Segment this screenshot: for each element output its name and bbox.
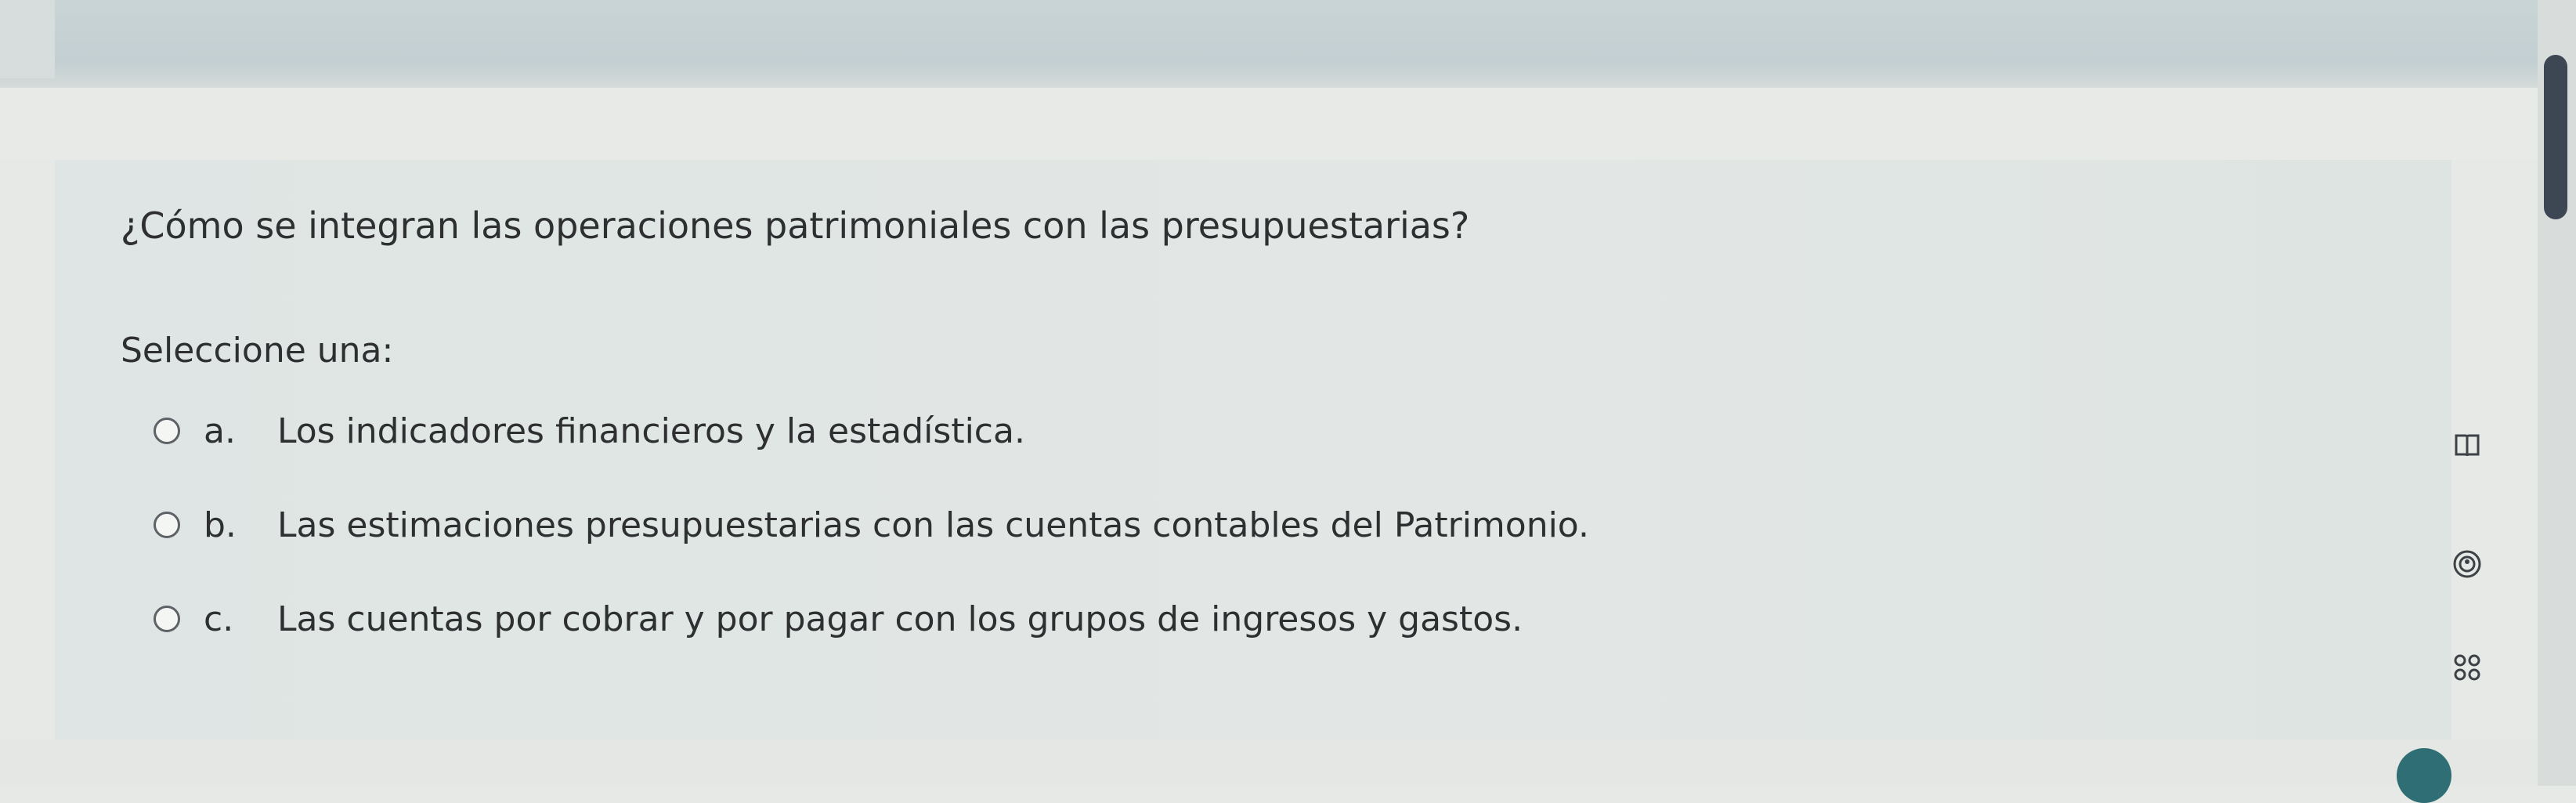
answer-option-a[interactable]: a. Los indicadores financieros y la esta… — [154, 407, 1025, 454]
option-text: Las cuentas por cobrar y por pagar con l… — [277, 599, 1523, 639]
question-text: ¿Cómo se integran las operaciones patrim… — [121, 204, 1470, 247]
radio-button-c[interactable] — [154, 606, 180, 632]
header-band — [0, 0, 2576, 88]
apps-grid-icon[interactable] — [2451, 652, 2483, 689]
book-icon[interactable] — [2451, 429, 2483, 466]
floating-help-button[interactable] — [2397, 748, 2451, 803]
option-text: Las estimaciones presupuestarias con las… — [277, 505, 1589, 545]
header-band-left — [0, 0, 55, 78]
scrollbar-thumb[interactable] — [2544, 55, 2567, 219]
radio-button-a[interactable] — [154, 418, 180, 444]
option-letter: b. — [204, 505, 237, 545]
option-letter: c. — [204, 599, 234, 639]
accessibility-icon[interactable] — [2451, 548, 2483, 585]
page-background — [0, 88, 2576, 160]
radio-button-b[interactable] — [154, 512, 180, 538]
option-letter: a. — [204, 411, 236, 451]
select-one-prompt: Seleccione una: — [121, 331, 394, 371]
answer-option-b[interactable]: b. Las estimaciones presupuestarias con … — [154, 501, 1589, 548]
page-footer-area — [0, 740, 2576, 786]
option-text: Los indicadores financieros y la estadís… — [277, 411, 1025, 451]
answer-option-c[interactable]: c. Las cuentas por cobrar y por pagar co… — [154, 595, 1523, 642]
